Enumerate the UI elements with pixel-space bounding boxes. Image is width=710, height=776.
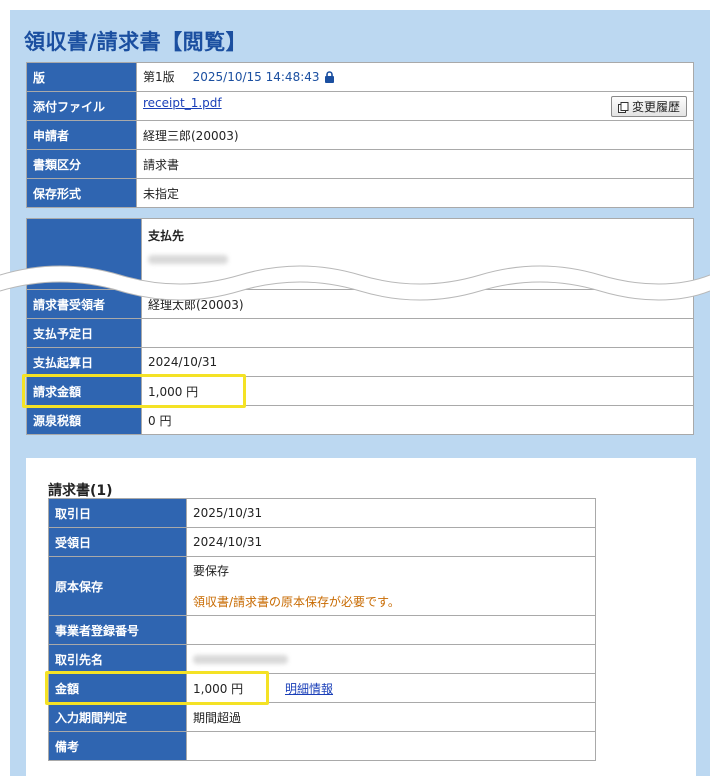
reg-no-label: 事業者登録番号 (48, 615, 187, 645)
attachment-file-link[interactable]: receipt_1.pdf (143, 96, 222, 110)
scheduled-label: 支払予定日 (26, 318, 142, 348)
doctype-value: 請求書 (136, 149, 694, 179)
withholding-label: 源泉税額 (26, 405, 142, 435)
invoice-section-title: 請求書(1) (48, 483, 113, 499)
copy-icon (617, 100, 632, 114)
original-label: 原本保存 (48, 556, 187, 616)
storage-row: 保存形式 未指定 (26, 178, 694, 208)
page-title: 領収書/請求書【閲覧】 (24, 30, 248, 54)
recv-date-value: 2024/10/31 (186, 527, 596, 557)
version-row: 版 第1版 2025/10/15 14:48:43 (26, 62, 694, 92)
version-value: 第1版 (143, 70, 175, 84)
recv-date-label: 受領日 (48, 527, 187, 557)
reg-no-value (186, 615, 596, 645)
txn-date-label: 取引日 (48, 498, 187, 528)
payee-heading: 支払先 (148, 229, 185, 243)
change-history-button[interactable]: 変更履歴 (610, 95, 687, 117)
attachment-label: 添付ファイル (26, 91, 137, 121)
invoice-amount-value: 1,000 円 (193, 681, 244, 696)
base-date-value: 2024/10/31 (141, 347, 694, 377)
scheduled-row: 支払予定日 (26, 318, 694, 348)
remarks-value (186, 731, 596, 761)
storage-value: 未指定 (136, 178, 694, 208)
invoice-table: 取引日 2025/10/31 受領日 2024/10/31 原本保存 要保存 領… (48, 498, 596, 761)
txn-date-row: 取引日 2025/10/31 (48, 498, 596, 528)
remarks-row: 備考 (48, 731, 596, 761)
version-datetime: 2025/10/15 14:48:43 (192, 70, 320, 84)
period-value: 期間超過 (186, 702, 596, 732)
withholding-row: 源泉税額 0 円 (26, 405, 694, 435)
doctype-row: 書類区分 請求書 (26, 149, 694, 179)
partner-label: 取引先名 (48, 644, 187, 674)
attachment-row: 添付ファイル receipt_1.pdf 変更履歴 (26, 91, 694, 121)
payment-table: 支払先 請求書受領者 経理太郎(20003) 支払予定日 支払起算日 2024/… (26, 218, 694, 435)
applicant-value: 経理三郎(20003) (136, 120, 694, 150)
amount-row: 請求金額 1,000 円 (26, 376, 694, 406)
storage-label: 保存形式 (26, 178, 137, 208)
original-note: 領収書/請求書の原本保存が必要です。 (193, 595, 400, 609)
amount-label: 請求金額 (26, 376, 142, 406)
reg-no-row: 事業者登録番号 (48, 615, 596, 645)
remarks-label: 備考 (48, 731, 187, 761)
base-date-label: 支払起算日 (26, 347, 142, 377)
partner-row: 取引先名 (48, 644, 596, 674)
period-row: 入力期間判定 期間超過 (48, 702, 596, 732)
lock-icon (324, 71, 335, 86)
change-history-label: 変更履歴 (631, 99, 680, 114)
applicant-row: 申請者 経理三郎(20003) (26, 120, 694, 150)
base-date-row: 支払起算日 2024/10/31 (26, 347, 694, 377)
original-value: 要保存 (193, 564, 230, 578)
period-label: 入力期間判定 (48, 702, 187, 732)
omission-wave (0, 265, 710, 301)
withholding-value: 0 円 (141, 405, 694, 435)
doctype-label: 書類区分 (26, 149, 137, 179)
detail-info-link[interactable]: 明細情報 (285, 682, 333, 696)
invoice-amount-row: 金額 1,000 円 明細情報 (48, 673, 596, 703)
recv-date-row: 受領日 2024/10/31 (48, 527, 596, 557)
version-label: 版 (26, 62, 137, 92)
invoice-amount-label: 金額 (48, 673, 187, 703)
original-row: 原本保存 要保存 領収書/請求書の原本保存が必要です。 (48, 556, 596, 616)
partner-name-redacted (193, 655, 288, 664)
amount-value: 1,000 円 (141, 376, 694, 406)
applicant-label: 申請者 (26, 120, 137, 150)
summary-table: 版 第1版 2025/10/15 14:48:43 添付ファイル receipt_… (26, 62, 694, 208)
txn-date-value: 2025/10/31 (186, 498, 596, 528)
scheduled-value (141, 318, 694, 348)
